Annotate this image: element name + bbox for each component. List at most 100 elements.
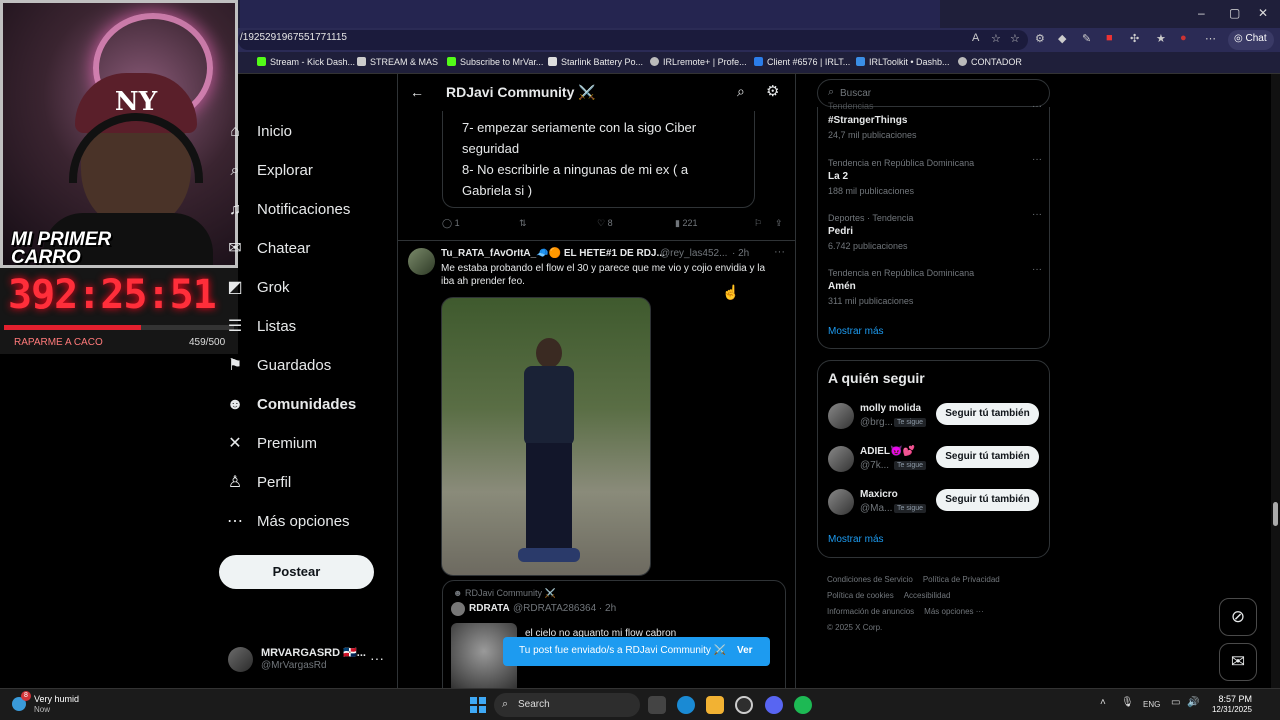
post-button[interactable]: Postear [219, 555, 374, 589]
suggested-user-name[interactable]: Maxicro [860, 489, 898, 500]
suggested-user-name[interactable]: molly molida [860, 403, 921, 414]
trend-item[interactable]: Deportes · Tendencia Pedri 6.742 publica… [828, 209, 1048, 263]
follow-back-button[interactable]: Seguir tú también [936, 489, 1039, 511]
footer-link[interactable]: Política de cookies [827, 588, 894, 604]
bookmark-item[interactable]: IRLremote+ | Profe... [650, 57, 747, 67]
minimize-button[interactable]: – [1198, 6, 1205, 20]
page-scrollbar[interactable] [1271, 74, 1280, 688]
extension-icon-4[interactable]: ■ [1106, 32, 1113, 44]
bookmark-item[interactable]: Starlink Battery Po... [548, 57, 643, 67]
extension-icon-1[interactable]: ⚙ [1035, 32, 1045, 45]
post-author-name[interactable]: Tu_RATA_fAvOrItA_🧢🟠 EL HETE#1 DE RDJ... [441, 248, 665, 259]
quoted-post-card[interactable]: 7- empezar seriamente con la sigo Ciber … [442, 111, 755, 208]
trend-more-icon[interactable]: ··· [1032, 101, 1042, 112]
avatar[interactable] [408, 248, 435, 275]
bookmark-item[interactable]: Stream - Kick Dash... [257, 57, 355, 67]
edge-icon[interactable] [677, 696, 695, 714]
follow-back-button[interactable]: Seguir tú también [936, 403, 1039, 425]
reply-button[interactable]: ◯ 1 [442, 218, 460, 229]
post-author-handle[interactable]: @rey_las452... [660, 248, 727, 259]
who-to-follow-show-more-link[interactable]: Mostrar más [828, 534, 884, 545]
post-photo[interactable] [441, 297, 651, 576]
copilot-chat-button[interactable]: ◎ Chat [1228, 30, 1274, 50]
extensions-puzzle-icon[interactable]: ✣ [1130, 32, 1139, 45]
post-time[interactable]: · 2h [732, 248, 749, 259]
sidebar-item-notificaciones[interactable]: ♫ Notificaciones [226, 196, 386, 226]
footer-link[interactable]: Política de Privacidad [923, 572, 1000, 588]
like-button[interactable]: ♡ 8 [597, 218, 613, 229]
file-explorer-icon[interactable] [706, 696, 724, 714]
bookmark-item[interactable]: STREAM & MAS [357, 57, 438, 67]
post-more-icon[interactable]: ··· [774, 246, 785, 258]
bookmark-item[interactable]: Client #6576 | IRLT... [754, 57, 850, 67]
trend-item[interactable]: Tendencia en República Dominicana Amén 3… [828, 264, 1048, 318]
trend-item[interactable]: Tendencias #StrangerThings 24,7 mil publ… [828, 101, 1048, 155]
url-text[interactable]: /1925291967551771115 [240, 32, 347, 43]
bookmark-item[interactable]: Subscribe to MrVar... [447, 57, 543, 67]
translate-icon[interactable]: ☆ [991, 32, 1001, 45]
favorite-icon[interactable]: ☆ [1010, 32, 1020, 45]
suggested-user-name[interactable]: ADIEL😈💕 [860, 446, 915, 457]
sidebar-item-premium[interactable]: ✕ Premium [226, 430, 386, 460]
profile-avatar-icon[interactable]: ● [1180, 32, 1187, 44]
browser-tab-strip[interactable] [240, 0, 940, 28]
close-window-button[interactable]: ✕ [1258, 6, 1268, 20]
avatar[interactable] [828, 403, 854, 429]
quoted-post-card[interactable]: ☻ RDJavi Community ⚔️ RDRATA @RDRATA2863… [442, 580, 786, 688]
repost-button[interactable]: ⇅ [519, 218, 527, 229]
follow-suggestion[interactable]: ADIEL😈💕 @7k... Te sigue Seguir tú tambié… [828, 443, 1048, 479]
footer-link[interactable]: Condiciones de Servicio [827, 572, 913, 588]
trend-more-icon[interactable]: ··· [1032, 209, 1042, 220]
scrollbar-thumb[interactable] [1273, 502, 1278, 526]
bookmark-item[interactable]: CONTADOR [958, 57, 1022, 67]
grok-float-button[interactable]: ⊘ [1219, 598, 1257, 636]
network-icon[interactable]: ▭ [1171, 697, 1180, 708]
messages-float-button[interactable]: ✉ [1219, 643, 1257, 681]
url-field[interactable] [238, 30, 1028, 50]
weather-title[interactable]: Very humid [34, 694, 79, 704]
trend-more-icon[interactable]: ··· [1032, 154, 1042, 165]
views-button[interactable]: ▮ 221 [675, 218, 698, 229]
bookmark-item[interactable]: IRLToolkit • Dashb... [856, 57, 950, 67]
follow-suggestion[interactable]: molly molida @brg... Te sigue Seguir tú … [828, 400, 1048, 436]
extension-icon-2[interactable]: ◆ [1058, 32, 1066, 45]
search-icon[interactable]: ⌕ [737, 83, 745, 100]
favorites-bar-icon[interactable]: ★ [1156, 32, 1166, 45]
bookmark-button[interactable]: ⚐ [754, 218, 762, 229]
account-more-button[interactable]: ··· [370, 650, 384, 666]
account-name[interactable]: MRVARGASRD 🇩🇴... [261, 646, 366, 659]
footer-link[interactable]: Más opciones ··· [924, 604, 984, 620]
gear-icon[interactable]: ⚙ [766, 82, 779, 100]
footer-link[interactable]: Accesibilidad [904, 588, 951, 604]
avatar[interactable] [828, 489, 854, 515]
footer-link[interactable]: Información de anuncios [827, 604, 914, 620]
trend-item[interactable]: Tendencia en República Dominicana La 2 1… [828, 154, 1048, 208]
share-button[interactable]: ⇪ [775, 218, 783, 229]
sidebar-item-listas[interactable]: ☰ Listas [226, 313, 386, 343]
settings-more-icon[interactable]: ⋯ [1205, 32, 1216, 45]
follow-suggestion[interactable]: Maxicro @Ma... Te sigue Seguir tú tambié… [828, 486, 1048, 522]
account-avatar[interactable] [228, 647, 253, 672]
sidebar-item-perfil[interactable]: ♙ Perfil [226, 469, 386, 499]
trends-show-more-link[interactable]: Mostrar más [828, 326, 884, 337]
microphone-icon[interactable]: 🎙 [1121, 697, 1134, 708]
clock-time[interactable]: 8:57 PM [1210, 694, 1252, 704]
task-view-icon[interactable] [648, 696, 666, 714]
avatar[interactable] [828, 446, 854, 472]
windows-start-icon[interactable] [470, 697, 486, 713]
spotify-icon[interactable] [794, 696, 812, 714]
tray-overflow-icon[interactable]: ˄ [1100, 697, 1106, 708]
follow-back-button[interactable]: Seguir tú también [936, 446, 1039, 468]
language-indicator[interactable]: ENG [1143, 700, 1160, 709]
sidebar-item-comunidades[interactable]: ☻ Comunidades [226, 391, 386, 421]
read-aloud-icon[interactable]: A [972, 32, 979, 44]
taskbar-search[interactable]: ⌕ Search [494, 693, 640, 717]
extension-icon-3[interactable]: ✎ [1082, 32, 1091, 45]
sidebar-item-guardados[interactable]: ⚑ Guardados [226, 352, 386, 382]
sidebar-item-más-opciones[interactable]: ⋯ Más opciones [226, 508, 386, 538]
discord-icon[interactable] [765, 696, 783, 714]
clock-date[interactable]: 12/31/2025 [1206, 705, 1252, 714]
toast-view-link[interactable]: Ver [737, 645, 753, 656]
back-arrow-icon[interactable]: ← [410, 84, 424, 100]
obs-icon[interactable] [735, 696, 753, 714]
